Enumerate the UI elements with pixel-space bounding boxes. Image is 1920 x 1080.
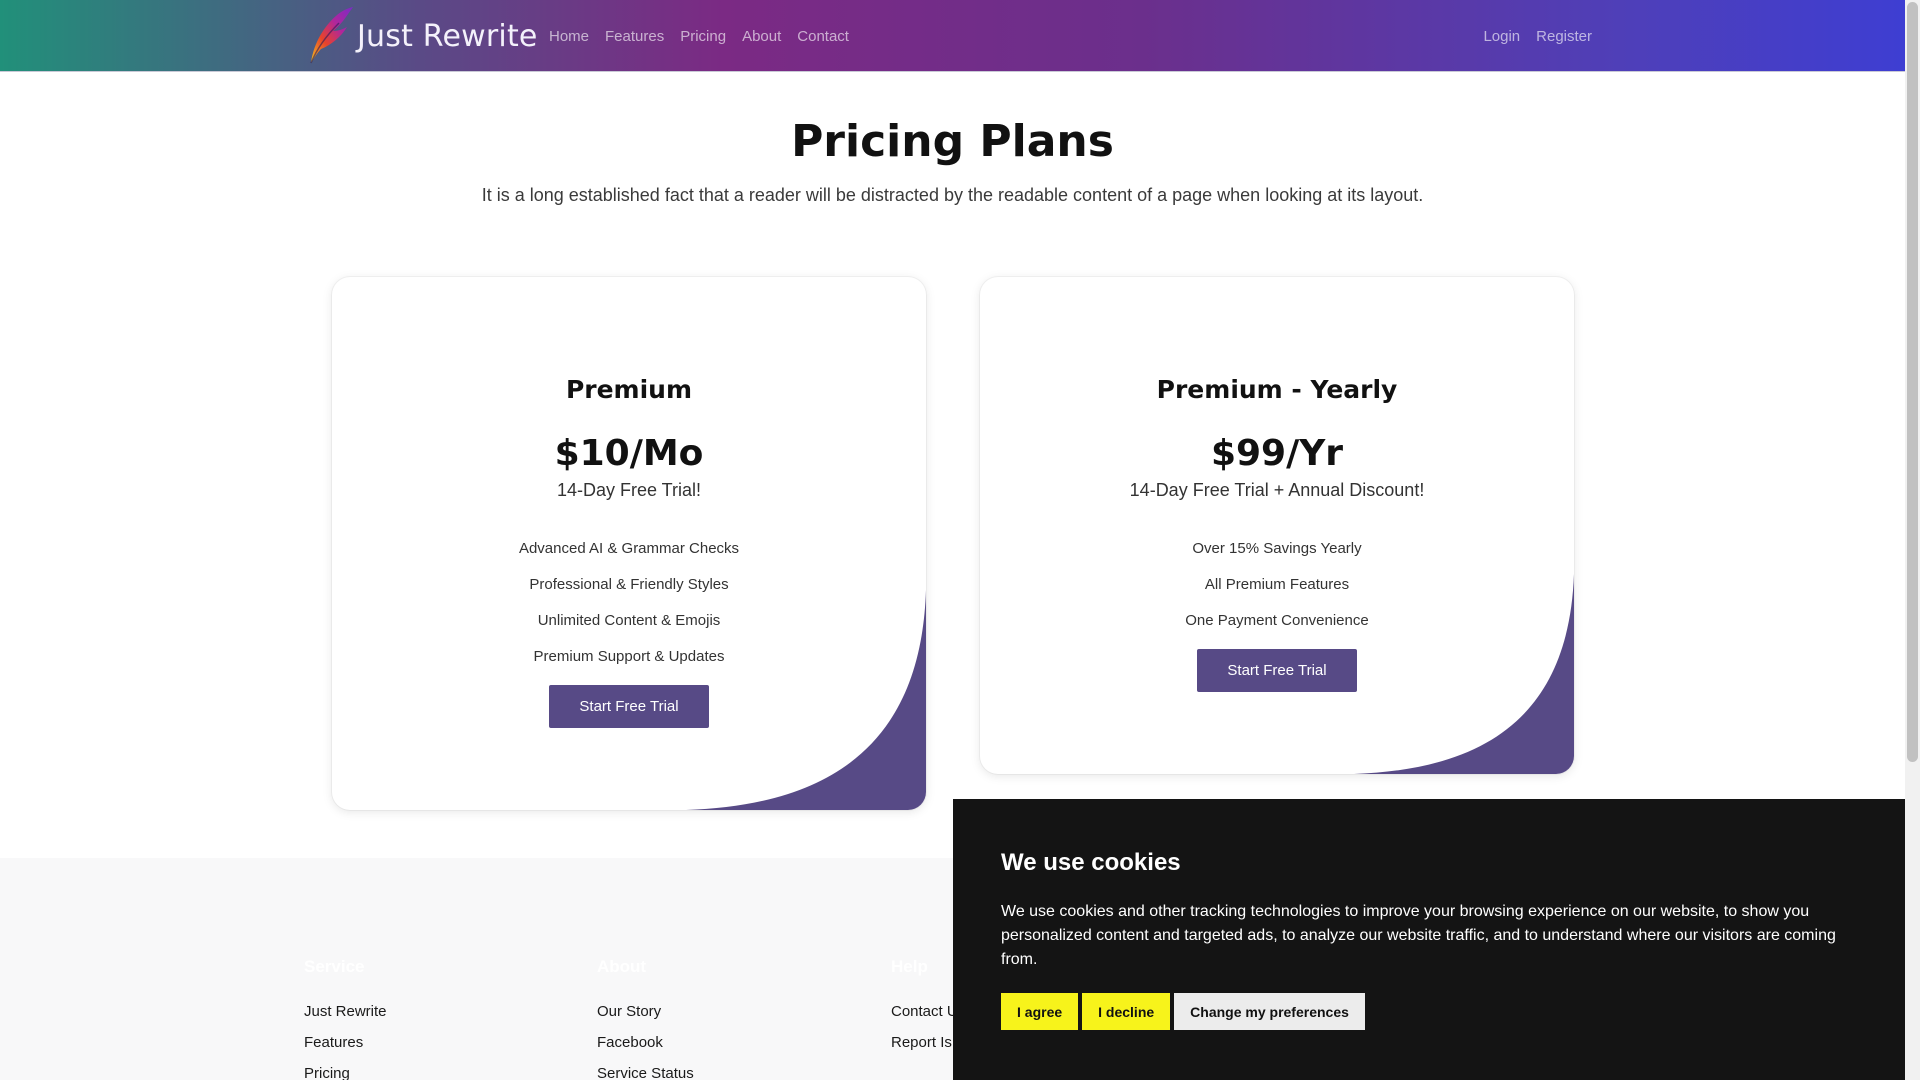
plan-price: $10/Mo bbox=[554, 433, 704, 474]
plan-trial-text: 14-Day Free Trial + Annual Discount! bbox=[1129, 480, 1425, 500]
scrollbar-thumb[interactable] bbox=[1907, 2, 1918, 762]
plan-name: Premium - Yearly bbox=[1156, 375, 1398, 404]
start-free-trial-button[interactable]: Start Free Trial bbox=[1197, 649, 1357, 692]
nav-about[interactable]: About bbox=[742, 28, 781, 45]
cookie-decline-button[interactable]: I decline bbox=[1082, 993, 1171, 1030]
feature-list: Advanced AI & Grammar Checks Professiona… bbox=[332, 539, 926, 683]
auth-nav: Login Register bbox=[1467, 0, 1592, 72]
footer-link[interactable]: Report Is bbox=[891, 1034, 958, 1065]
pricing-card-premium: Premium $10/Mo 14-Day Free Trial! Advanc… bbox=[332, 277, 926, 810]
nav-pricing[interactable]: Pricing bbox=[680, 28, 726, 45]
footer-link[interactable]: Features bbox=[304, 1034, 387, 1065]
main-nav: Home Features Pricing About Contact bbox=[549, 0, 865, 72]
footer-link[interactable]: Pricing bbox=[304, 1065, 387, 1080]
brand-name: Just Rewrite bbox=[357, 18, 538, 54]
plan-trial-text: 14-Day Free Trial! bbox=[556, 480, 702, 500]
footer-heading: Service bbox=[304, 957, 365, 976]
page-scrollbar[interactable] bbox=[1905, 0, 1920, 1080]
footer-column-about: About Our Story Facebook Service Status bbox=[597, 957, 694, 1080]
feature-item: All Premium Features bbox=[1204, 576, 1350, 593]
cookie-agree-button[interactable]: I agree bbox=[1001, 993, 1079, 1030]
cookie-text: We use cookies and other tracking techno… bbox=[1001, 903, 1836, 968]
cookie-preferences-button[interactable]: Change my preferences bbox=[1174, 993, 1365, 1030]
brand-link[interactable]: Just Rewrite bbox=[303, 7, 538, 65]
login-link[interactable]: Login bbox=[1483, 28, 1520, 45]
feature-item: Over 15% Savings Yearly bbox=[1192, 540, 1362, 557]
feather-logo-icon bbox=[310, 7, 353, 64]
page-title: Pricing Plans bbox=[791, 116, 1114, 167]
footer-link[interactable]: Facebook bbox=[597, 1034, 694, 1065]
feature-item: Unlimited Content & Emojis bbox=[537, 612, 721, 629]
footer-link[interactable]: Our Story bbox=[597, 1003, 694, 1034]
cookie-consent-banner: We use cookies We use cookies and other … bbox=[953, 799, 1905, 1080]
feature-item: Advanced AI & Grammar Checks bbox=[518, 540, 740, 557]
page-subtitle: It is a long established fact that a rea… bbox=[481, 185, 1424, 205]
footer-heading: Help bbox=[891, 957, 928, 976]
cookie-title: We use cookies bbox=[1001, 849, 1181, 876]
nav-contact[interactable]: Contact bbox=[797, 28, 849, 45]
start-free-trial-button[interactable]: Start Free Trial bbox=[549, 685, 709, 728]
pricing-card-premium-yearly: Premium - Yearly $99/Yr 14-Day Free Tria… bbox=[980, 277, 1574, 774]
footer-link[interactable]: Contact U bbox=[891, 1003, 958, 1034]
feature-item: Professional & Friendly Styles bbox=[529, 576, 729, 593]
footer-column-help: Help Contact U Report Is bbox=[891, 957, 958, 1065]
feature-item: Premium Support & Updates bbox=[533, 648, 725, 665]
feature-list: Over 15% Savings Yearly All Premium Feat… bbox=[980, 539, 1574, 647]
top-navbar: Just Rewrite Home Features Pricing About… bbox=[0, 0, 1905, 72]
footer-link[interactable]: Just Rewrite bbox=[304, 1003, 387, 1034]
feature-item: One Payment Convenience bbox=[1185, 612, 1369, 629]
plan-price: $99/Yr bbox=[1210, 433, 1344, 474]
nav-features[interactable]: Features bbox=[605, 28, 664, 45]
plan-name: Premium bbox=[565, 375, 693, 404]
cookie-actions: I agree I decline Change my preferences bbox=[1001, 993, 1857, 1030]
nav-home[interactable]: Home bbox=[549, 28, 589, 45]
footer-heading: About bbox=[597, 957, 647, 976]
footer-link[interactable]: Service Status bbox=[597, 1065, 694, 1080]
register-link[interactable]: Register bbox=[1536, 28, 1592, 45]
footer-column-service: Service Just Rewrite Features Pricing bbox=[304, 957, 387, 1080]
